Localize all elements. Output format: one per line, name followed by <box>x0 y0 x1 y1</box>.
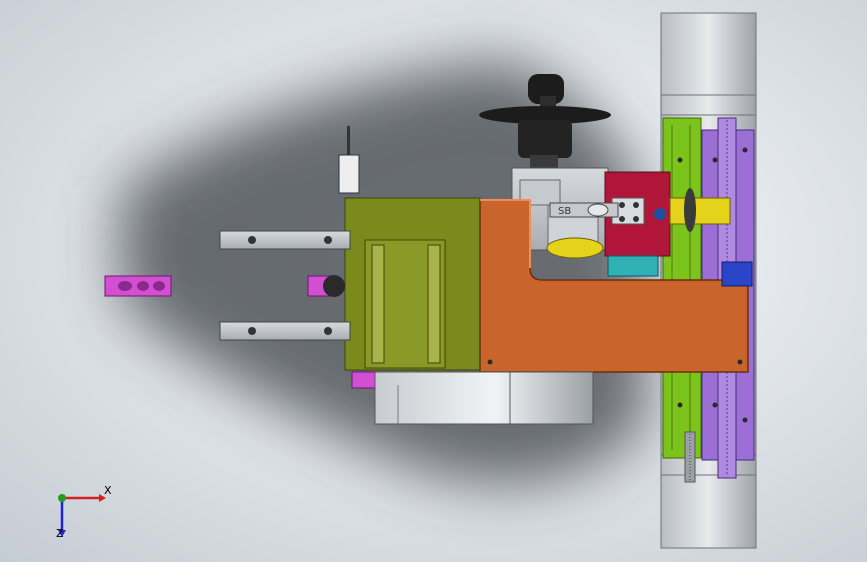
cad-viewport[interactable]: SB X Z <box>0 0 867 562</box>
upper-guide-rail[interactable] <box>219 230 351 250</box>
z-axis-label: Z <box>56 527 64 540</box>
olive-frame[interactable] <box>344 197 481 371</box>
magenta-slot-block[interactable] <box>104 275 172 297</box>
yellow-ring <box>546 237 604 259</box>
lower-guide-rail[interactable] <box>219 321 351 341</box>
lower-gear-rack <box>684 431 696 483</box>
engraving-label: SB <box>558 206 571 217</box>
x-axis-label: X <box>104 484 112 497</box>
cad-model-view: SB <box>58 12 757 549</box>
clamp-knob[interactable] <box>307 275 345 297</box>
y-axis-point <box>58 494 66 502</box>
lower-cylinder[interactable] <box>374 371 594 425</box>
coordinate-triad <box>58 494 106 537</box>
teal-bracket[interactable] <box>607 255 659 277</box>
blue-corner-bracket[interactable] <box>721 261 753 287</box>
